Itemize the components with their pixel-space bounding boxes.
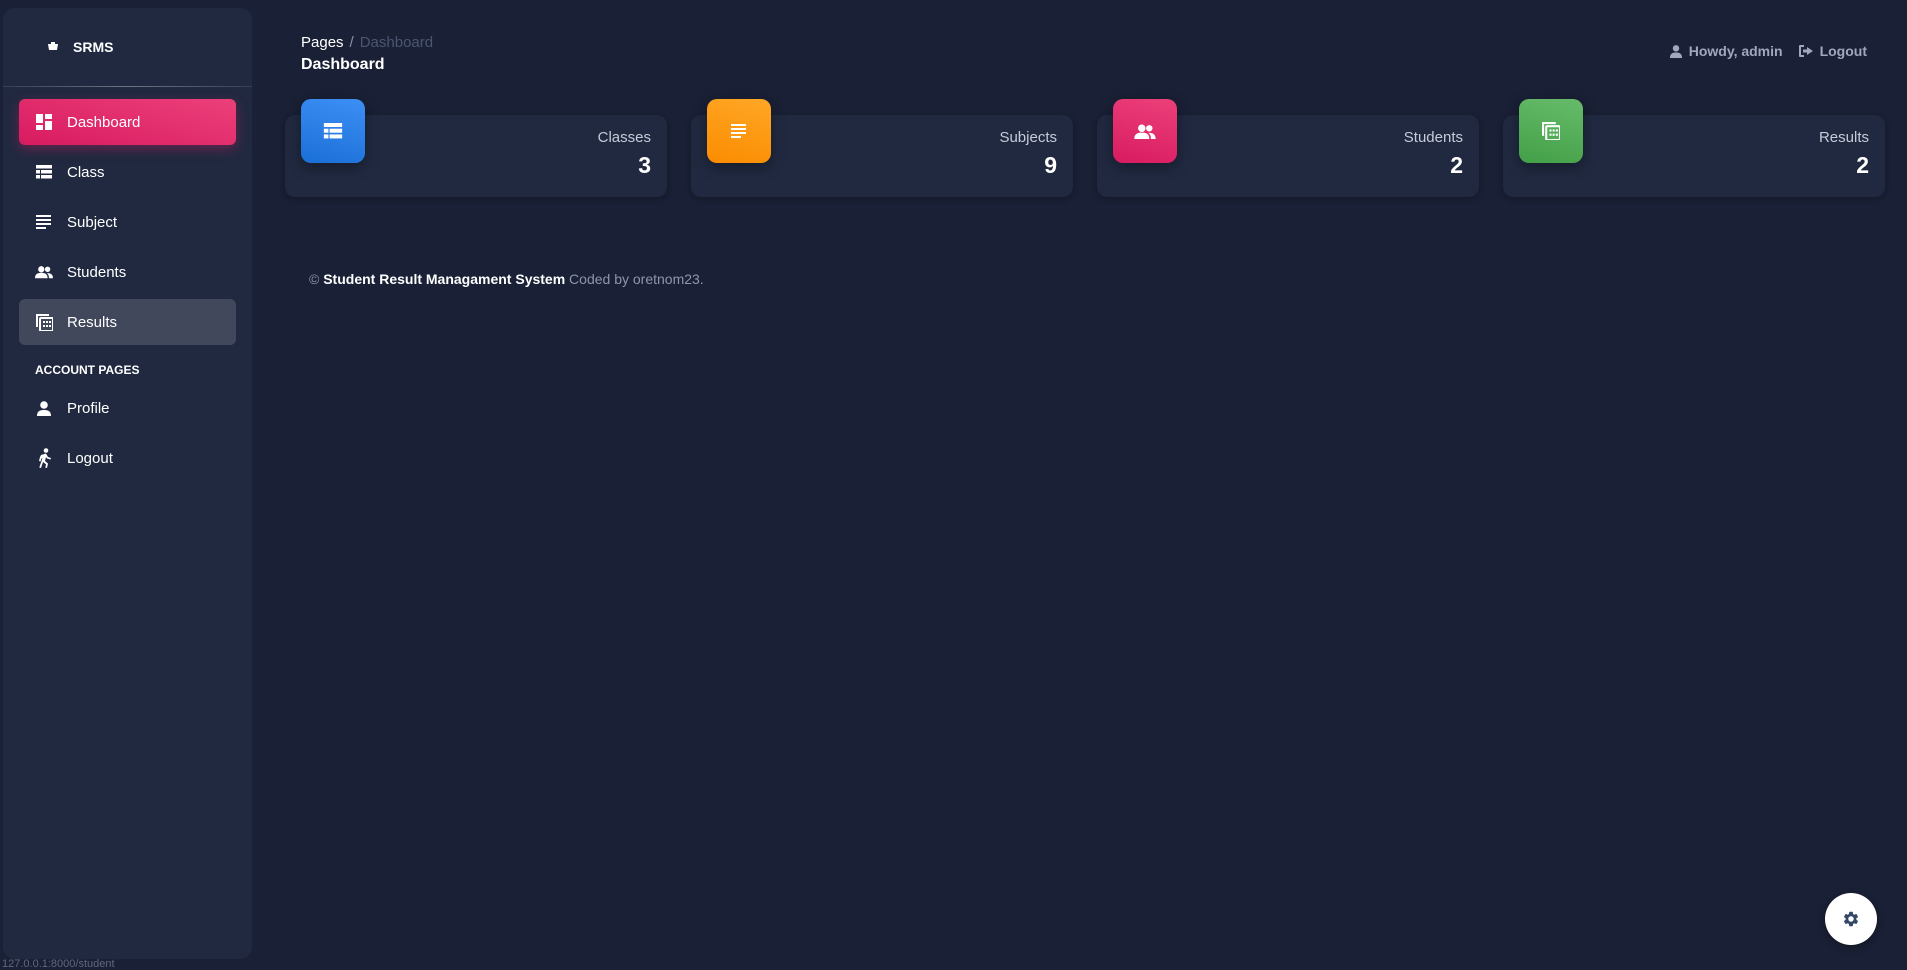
breadcrumb-root[interactable]: Pages [301, 34, 344, 51]
user-icon [1669, 44, 1682, 58]
stat-card-classes[interactable]: Classes 3 [285, 99, 667, 197]
table-rows-icon [35, 163, 53, 181]
sidebar-item-label: Logout [67, 449, 113, 467]
sidebar-item-label: Students [67, 263, 127, 281]
notes-icon [707, 99, 771, 163]
top-user-menu: Howdy, admin Logout [1654, 43, 1867, 59]
sidebar-item-results[interactable]: Results [19, 299, 236, 345]
sidebar-item-label: Subject [67, 213, 118, 231]
sidebar-item-label: Dashboard [67, 113, 141, 131]
footer: © Student Result Managament System Coded… [309, 271, 704, 287]
breadcrumb-separator: / [349, 34, 354, 51]
sidebar-item-label: Results [67, 313, 118, 331]
gear-icon [1843, 911, 1859, 927]
stat-value: 2 [1856, 152, 1869, 178]
stat-label: Results [1818, 129, 1869, 146]
table-rows-icon [301, 99, 365, 163]
stat-value: 9 [1044, 152, 1057, 178]
person-icon [35, 399, 53, 417]
page-title: Dashboard [301, 56, 385, 73]
stat-label: Students [1403, 129, 1463, 146]
sidebar-item-label: Class [67, 163, 105, 181]
people-icon [1113, 99, 1177, 163]
breadcrumb-current: Dashboard [359, 34, 434, 51]
sidebar-item-dashboard[interactable]: Dashboard [19, 99, 236, 145]
logo-icon [48, 42, 58, 50]
breadcrumb: Pages / Dashboard [301, 34, 433, 51]
run-icon [35, 448, 53, 468]
coded-by: Coded by oretnom23. [569, 271, 704, 287]
notes-icon [35, 213, 53, 231]
brand[interactable]: SRMS [3, 8, 252, 86]
greeting-text: Howdy, admin [1688, 43, 1783, 59]
stat-card-results[interactable]: Results 2 [1503, 99, 1885, 197]
brand-name: SRMS [73, 39, 114, 55]
sign-out-icon [1798, 45, 1813, 57]
sidebar: SRMS Dashboard Class Subject Students Re… [3, 8, 252, 959]
stat-label: Classes [597, 129, 651, 146]
user-greeting[interactable]: Howdy, admin [1669, 43, 1783, 59]
stat-label: Subjects [999, 129, 1057, 146]
sidebar-item-class[interactable]: Class [19, 149, 236, 195]
sidebar-item-students[interactable]: Students [19, 249, 236, 295]
sidebar-item-logout[interactable]: Logout [19, 435, 236, 481]
stat-value: 3 [638, 152, 651, 178]
logout-text: Logout [1819, 43, 1867, 59]
stat-card-students[interactable]: Students 2 [1097, 99, 1479, 197]
sidebar-nav: Dashboard Class Subject Students Results [3, 87, 252, 481]
sidebar-item-profile[interactable]: Profile [19, 385, 236, 431]
stat-value: 2 [1450, 152, 1463, 178]
settings-button[interactable] [1825, 893, 1877, 945]
status-bar-url: 127.0.0.1:8000/student [2, 958, 115, 970]
stat-card-subjects[interactable]: Subjects 9 [691, 99, 1073, 197]
copyright-symbol: © [309, 271, 320, 287]
top-logout-button[interactable]: Logout [1798, 43, 1867, 59]
results-icon [35, 313, 53, 331]
dashboard-icon [35, 113, 53, 131]
sidebar-item-subject[interactable]: Subject [19, 199, 236, 245]
people-icon [35, 263, 53, 281]
results-icon [1519, 99, 1583, 163]
sidebar-item-label: Profile [67, 399, 110, 417]
system-name: Student Result Managament System [323, 271, 566, 287]
sidebar-section-title: ACCOUNT PAGES [35, 363, 140, 377]
